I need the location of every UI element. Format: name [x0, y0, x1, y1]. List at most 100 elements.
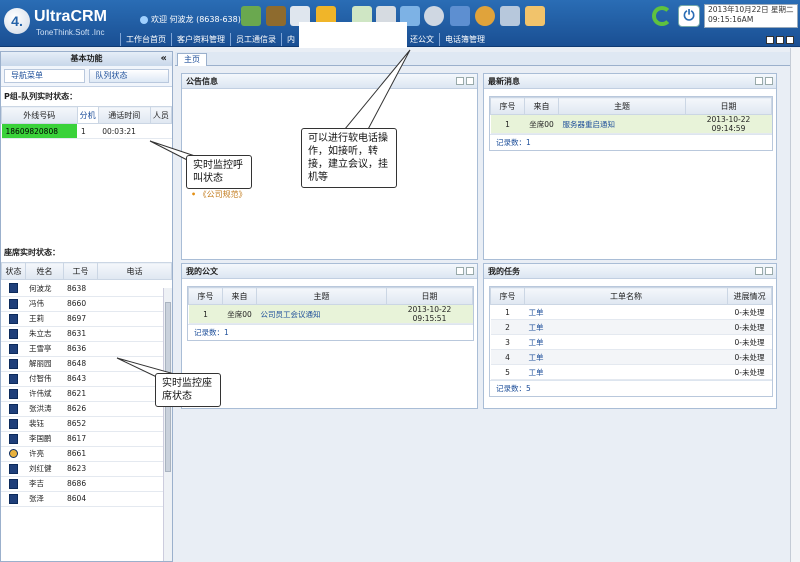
left-panel-title: 基本功能 « — [1, 52, 172, 66]
news-panel: 最新消息 序号 来自 主题 日期 1 坐席00 服务器重启通知 2013-10-… — [483, 73, 777, 260]
network-icon[interactable] — [500, 6, 520, 26]
task-no: 2 — [490, 319, 525, 335]
agent-row[interactable]: 李国鹏 8617 — [1, 431, 163, 447]
agent-status-icon — [8, 328, 18, 339]
agent-phone — [97, 326, 163, 342]
task-status: 0-未处理 — [727, 364, 772, 380]
agent-row[interactable]: 张洪涛 8626 — [1, 401, 163, 417]
queue-row[interactable]: 18609820808 1 00:03:21 — [1, 123, 172, 139]
queue-col-number[interactable]: 外线号码 — [1, 106, 78, 124]
task-row[interactable]: 5 工单 0-未处理 — [490, 364, 772, 380]
agent-id: 8660 — [63, 296, 97, 312]
tab-queue-status[interactable]: 队列状态 — [88, 69, 169, 83]
agent-status-icon — [8, 403, 18, 414]
agent-row[interactable]: 解丽园 8648 — [1, 356, 163, 372]
nav-inner[interactable]: 内 — [281, 33, 300, 46]
agent-row[interactable]: 张泽 8604 — [1, 491, 163, 507]
tasks-col-no: 序号 — [490, 287, 525, 305]
nav-staff-directory[interactable]: 员工通信录 — [230, 33, 281, 46]
agent-row[interactable]: 裴钰 8652 — [1, 416, 163, 432]
task-row[interactable]: 4 工单 0-未处理 — [490, 349, 772, 365]
task-status: 0-未处理 — [727, 319, 772, 335]
agent-row[interactable]: 许伟斌 8621 — [1, 386, 163, 402]
agent-id: 8686 — [63, 476, 97, 492]
minimize-icon[interactable] — [755, 77, 763, 85]
task-row[interactable]: 1 工单 0-未处理 — [490, 304, 772, 320]
close-icon[interactable] — [466, 77, 474, 85]
agent-row[interactable]: 付智伟 8643 — [1, 371, 163, 387]
collapse-icon[interactable]: « — [161, 52, 167, 66]
agent-row[interactable]: 李吉 8686 — [1, 476, 163, 492]
task-name[interactable]: 工单 — [524, 349, 728, 365]
task-name[interactable]: 工单 — [524, 319, 728, 335]
tab-nav-menu[interactable]: 导航菜单 — [4, 69, 85, 83]
close-icon[interactable] — [765, 77, 773, 85]
refresh-icon[interactable] — [652, 6, 672, 26]
queue-col-ext[interactable]: 分机 — [76, 106, 99, 124]
agent-scrollbar[interactable] — [163, 288, 172, 561]
news-row-subject[interactable]: 服务器重启通知 — [558, 114, 686, 134]
agent-row[interactable]: 王莉 8697 — [1, 311, 163, 327]
gear-icon[interactable] — [475, 6, 495, 26]
news-table-wrap: 序号 来自 主题 日期 1 坐席00 服务器重启通知 2013-10-22 09… — [489, 96, 773, 151]
nav-phonebook[interactable]: 电话簿管理 — [439, 33, 490, 46]
tasks-count: 记录数：5 — [490, 380, 772, 396]
minimize-icon[interactable] — [766, 36, 774, 44]
task-name[interactable]: 工单 — [524, 364, 728, 380]
minimize-icon[interactable] — [456, 77, 464, 85]
agent-status — [1, 371, 25, 387]
agent-col-phone[interactable]: 电话 — [97, 262, 172, 280]
news-row[interactable]: 1 坐席00 服务器重启通知 2013-10-22 09:14:59 — [490, 114, 772, 134]
docs-col-date: 日期 — [386, 287, 473, 305]
task-name[interactable]: 工单 — [524, 304, 728, 320]
close-icon[interactable] — [466, 267, 474, 275]
agent-id: 8623 — [63, 461, 97, 477]
hangup-icon[interactable] — [424, 6, 444, 26]
agent-col-id[interactable]: 工号 — [63, 262, 98, 280]
news-col-date: 日期 — [685, 97, 772, 115]
minimize-icon[interactable] — [755, 267, 763, 275]
tab-home[interactable]: 主页 — [177, 53, 207, 66]
agent-name: 裴钰 — [25, 416, 63, 432]
agent-row[interactable]: 朱立志 8631 — [1, 326, 163, 342]
agent-status — [1, 476, 25, 492]
agent-status-icon — [8, 463, 18, 474]
nav-document[interactable]: 还公文 — [404, 33, 439, 46]
agent-col-status[interactable]: 状态 — [1, 262, 26, 280]
page-scrollbar[interactable] — [790, 48, 800, 562]
contacts-icon[interactable] — [241, 6, 261, 26]
tab-strip: 主页 — [175, 52, 800, 66]
nav-customer[interactable]: 客户资料管理 — [171, 33, 230, 46]
agent-row[interactable]: 冯伟 8660 — [1, 296, 163, 312]
restore-icon[interactable] — [776, 36, 784, 44]
thumbs-up-icon[interactable] — [525, 6, 545, 26]
agent-row[interactable]: 何波龙 8638 — [1, 281, 163, 297]
briefcase-icon[interactable] — [266, 6, 286, 26]
agent-name: 何波龙 — [25, 281, 63, 297]
announce-item[interactable]: • 《公司规范》 — [191, 189, 247, 200]
agent-status-icon — [8, 433, 18, 444]
agent-row[interactable]: 许亮 8661 — [1, 446, 163, 462]
agent-id: 8652 — [63, 416, 97, 432]
queue-col-time[interactable]: 通话时间 — [97, 106, 151, 124]
close-icon[interactable] — [786, 36, 794, 44]
close-icon[interactable] — [765, 267, 773, 275]
power-icon[interactable]: ⏻ — [678, 5, 700, 27]
news-row-date: 2013-10-22 09:14:59 — [685, 114, 772, 134]
docs-title: 我的公文 — [186, 267, 218, 276]
news-col-from: 来自 — [524, 97, 559, 115]
callout-phone-backdrop — [299, 22, 407, 48]
agent-col-name[interactable]: 姓名 — [25, 262, 64, 280]
queue-col-person[interactable]: 人员 — [149, 106, 173, 124]
nav-workbench[interactable]: 工作台首页 — [120, 33, 171, 46]
docs-row-subject[interactable]: 公司员工会议通知 — [256, 304, 387, 324]
docs-col-subject: 主题 — [256, 287, 387, 305]
task-row[interactable]: 2 工单 0-未处理 — [490, 319, 772, 335]
docs-row[interactable]: 1 坐席00 公司员工会议通知 2013-10-22 09:15:51 — [188, 304, 473, 324]
minimize-icon[interactable] — [456, 267, 464, 275]
window-icon[interactable] — [450, 6, 470, 26]
agent-row[interactable]: 刘红健 8623 — [1, 461, 163, 477]
task-row[interactable]: 3 工单 0-未处理 — [490, 334, 772, 350]
task-name[interactable]: 工单 — [524, 334, 728, 350]
agent-row[interactable]: 王雪亭 8636 — [1, 341, 163, 357]
